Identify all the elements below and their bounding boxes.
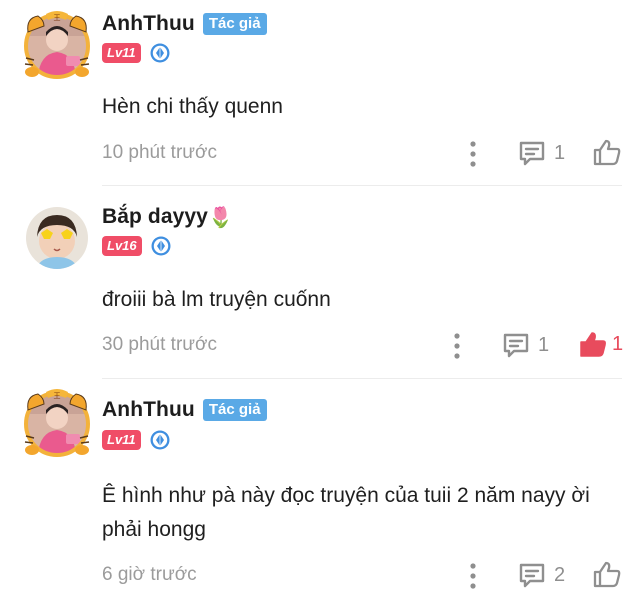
reply-button[interactable]: 1 [502, 332, 549, 358]
level-badge: Lv11 [102, 430, 141, 450]
comment-text: đroiii bà lm truyện cuốnn [102, 288, 331, 311]
avatar[interactable]: 王 [22, 388, 92, 458]
username[interactable]: Bắp dayyy [102, 205, 208, 229]
reply-button[interactable]: 1 [518, 140, 565, 166]
reply-count: 1 [554, 141, 566, 164]
timestamp: 10 phút trước [102, 142, 217, 163]
more-icon[interactable] [467, 140, 479, 168]
level-badge: Lv11 [102, 43, 141, 63]
timestamp: 6 giờ trước [102, 564, 197, 585]
thumbs-up-icon [593, 139, 621, 166]
level-badge: Lv16 [102, 236, 142, 256]
more-icon[interactable] [451, 332, 463, 360]
like-count: 1 [612, 332, 624, 355]
thumbs-up-icon [580, 332, 606, 357]
username[interactable]: AnhThuu [102, 12, 195, 36]
level-crystal-icon [150, 43, 170, 63]
comment-text: Hèn chi thấy quenn [102, 95, 283, 118]
avatar[interactable] [22, 203, 92, 273]
username[interactable]: AnhThuu [102, 398, 195, 422]
like-button[interactable] [592, 560, 626, 588]
tulip-emoji: 🌷 [207, 206, 233, 229]
reply-button[interactable]: 2 [518, 562, 565, 588]
timestamp: 30 phút trước [102, 334, 217, 355]
level-crystal-icon [150, 430, 170, 450]
comment-icon [519, 141, 545, 166]
comment-item: 王 AnhThuu Tác giả Lv11 Ê hình như pà này… [0, 378, 630, 600]
comment-icon [503, 333, 529, 358]
reply-count: 2 [554, 563, 566, 586]
reply-count: 1 [538, 333, 550, 356]
comment-item: Bắp dayyy 🌷 Lv16 đroiii bà lm truyện cuố… [0, 186, 630, 378]
author-badge: Tác giả [202, 399, 267, 421]
author-badge: Tác giả [202, 13, 267, 35]
comment-icon [519, 563, 545, 588]
level-crystal-icon [151, 236, 171, 256]
thumbs-up-icon [593, 561, 621, 588]
like-button[interactable]: 1 [578, 330, 623, 358]
comment-item: 王 AnhThuu Tác giả Lv11 Hèn chi thấy quen… [0, 0, 630, 186]
avatar[interactable]: 王 [22, 10, 92, 80]
more-icon[interactable] [467, 562, 479, 590]
comment-text: Ê hình như pà này đọc truyện của tuii 2 … [102, 484, 590, 541]
like-button[interactable] [592, 138, 626, 166]
